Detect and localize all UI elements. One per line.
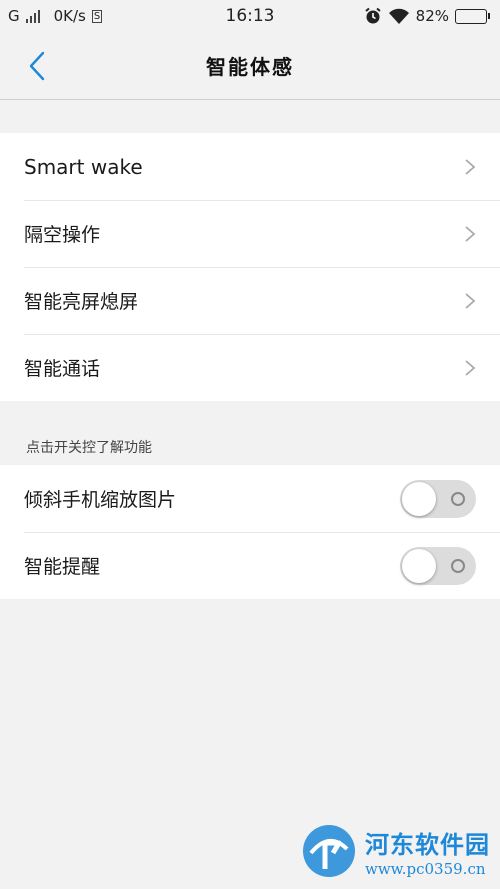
list-item-label: 智能通话 xyxy=(24,358,101,380)
chevron-right-icon xyxy=(465,225,476,242)
toggle-row-smart-reminder: 智能提醒 xyxy=(0,532,500,599)
toggle-list: 倾斜手机缩放图片 智能提醒 xyxy=(0,465,500,599)
list-item-label: 隔空操作 xyxy=(24,224,101,246)
status-bar: G 0K/s S 16:13 82% xyxy=(0,0,500,32)
list-item-air-gesture[interactable]: 隔空操作 xyxy=(0,200,500,267)
smart-reminder-toggle[interactable] xyxy=(400,546,476,585)
toggle-row-tilt-zoom: 倾斜手机缩放图片 xyxy=(0,465,500,532)
list-item-label: 智能亮屏熄屏 xyxy=(24,291,139,313)
carrier-label: G xyxy=(8,7,20,25)
chevron-right-icon xyxy=(465,292,476,309)
network-speed: 0K/s xyxy=(53,7,86,25)
toggle-off-icon xyxy=(451,558,465,573)
tilt-zoom-toggle[interactable] xyxy=(400,479,476,518)
status-left: G 0K/s S xyxy=(8,7,103,25)
feature-list: Smart wake 隔空操作 智能亮屏熄屏 智能通话 xyxy=(0,133,500,401)
toggle-off-icon xyxy=(451,491,465,506)
back-button[interactable] xyxy=(22,50,52,82)
battery-percent: 82% xyxy=(415,7,449,25)
toggle-label: 倾斜手机缩放图片 xyxy=(24,489,177,511)
alarm-icon xyxy=(365,7,381,24)
watermark-text: 河东软件园 www.pc0359.cn xyxy=(365,825,490,878)
chevron-right-icon xyxy=(465,158,476,175)
list-item-smart-wake[interactable]: Smart wake xyxy=(0,133,500,200)
toggle-label: 智能提醒 xyxy=(24,556,101,578)
section-header: 点击开关控了解功能 xyxy=(26,440,152,456)
toggle-knob xyxy=(402,481,436,516)
nav-bar: 智能体感 xyxy=(0,32,500,100)
chevron-right-icon xyxy=(465,359,476,376)
list-item-label: Smart wake xyxy=(24,154,143,179)
toggle-knob xyxy=(402,548,436,583)
watermark-logo-icon xyxy=(303,825,355,877)
sim-icon: S xyxy=(91,9,103,23)
page-title: 智能体感 xyxy=(206,55,294,79)
chevron-left-icon xyxy=(29,51,45,81)
signal-icon xyxy=(25,9,40,23)
watermark: 河东软件园 www.pc0359.cn xyxy=(301,823,490,879)
watermark-url: www.pc0359.cn xyxy=(365,859,486,878)
battery-icon xyxy=(455,8,490,24)
status-right: 82% xyxy=(364,7,490,25)
list-item-smart-call[interactable]: 智能通话 xyxy=(0,334,500,401)
wifi-icon xyxy=(388,8,409,24)
watermark-title: 河东软件园 xyxy=(365,829,490,859)
list-item-smart-screen[interactable]: 智能亮屏熄屏 xyxy=(0,267,500,334)
